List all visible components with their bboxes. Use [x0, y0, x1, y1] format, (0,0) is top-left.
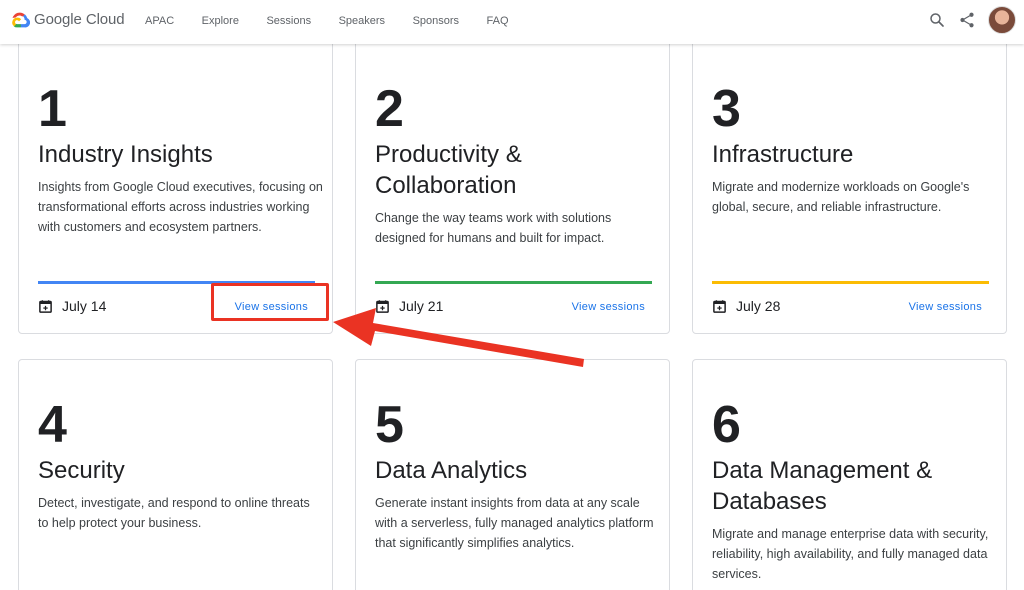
- share-icon[interactable]: [958, 11, 976, 29]
- nav-item-sponsors[interactable]: Sponsors: [413, 15, 459, 27]
- nav-item-explore[interactable]: Explore: [202, 15, 239, 27]
- card-description: Migrate and modernize workloads on Googl…: [712, 180, 970, 214]
- brand-name: Google Cloud: [34, 11, 125, 28]
- card-date-text: July 28: [736, 298, 781, 314]
- main-nav: APAC Explore Sessions Speakers Sponsors …: [145, 15, 509, 27]
- card-description: Insights from Google Cloud executives, f…: [38, 180, 323, 234]
- nav-item-apac[interactable]: APAC: [145, 15, 174, 27]
- calendar-icon: [376, 299, 389, 313]
- calendar-icon: [39, 299, 52, 313]
- card-description: Migrate and manage enterprise data with …: [712, 527, 989, 581]
- avatar[interactable]: [988, 6, 1016, 34]
- card-date: July 28: [712, 298, 780, 314]
- card-number: 1: [38, 80, 67, 138]
- top-app-bar: Google Cloud APAC Explore Sessions Speak…: [0, 0, 1024, 44]
- google-cloud-logo[interactable]: Google Cloud: [10, 11, 125, 28]
- google-cloud-logo-icon: [12, 12, 30, 27]
- card-title: Productivity & Collaboration: [375, 141, 522, 199]
- nav-item-faq[interactable]: FAQ: [487, 15, 509, 27]
- search-icon[interactable]: [928, 11, 946, 29]
- calendar-icon: [713, 299, 726, 313]
- card-number: 3: [712, 80, 741, 138]
- card-description: Change the way teams work with solutions…: [375, 211, 612, 245]
- card-date-text: July 21: [399, 298, 444, 314]
- annotation-highlight-box: [211, 283, 329, 321]
- topic-card-data-management-databases: 6 Data Management & Databases Migrate an…: [692, 359, 1007, 590]
- card-accent-bar: [375, 281, 652, 284]
- nav-item-speakers[interactable]: Speakers: [339, 15, 385, 27]
- topic-card-security: 4 Security Detect, investigate, and resp…: [18, 359, 333, 590]
- nav-item-sessions[interactable]: Sessions: [266, 15, 311, 27]
- topic-card-productivity-collaboration: 2 Productivity & Collaboration Change th…: [355, 38, 670, 334]
- card-description: Generate instant insights from data at a…: [375, 496, 654, 550]
- topic-card-data-analytics: 5 Data Analytics Generate instant insigh…: [355, 359, 670, 590]
- card-title: Infrastructure: [712, 141, 854, 168]
- card-title: Data Management & Databases: [712, 457, 933, 515]
- card-accent-bar: [712, 281, 989, 284]
- card-date: July 14: [38, 298, 106, 314]
- card-number: 5: [375, 396, 404, 454]
- card-title: Industry Insights: [38, 141, 213, 168]
- card-title: Data Analytics: [375, 457, 528, 484]
- header-actions: [916, 6, 1016, 34]
- card-number: 6: [712, 396, 741, 454]
- card-number: 4: [38, 396, 67, 454]
- view-sessions-link[interactable]: View sessions: [572, 301, 645, 313]
- view-sessions-link[interactable]: View sessions: [909, 301, 982, 313]
- topic-card-infrastructure: 3 Infrastructure Migrate and modernize w…: [692, 38, 1007, 334]
- card-number: 2: [375, 80, 404, 138]
- card-title: Security: [38, 457, 125, 484]
- card-date-text: July 14: [62, 298, 107, 314]
- card-description: Detect, investigate, and respond to onli…: [38, 496, 310, 530]
- card-date: July 21: [375, 298, 443, 314]
